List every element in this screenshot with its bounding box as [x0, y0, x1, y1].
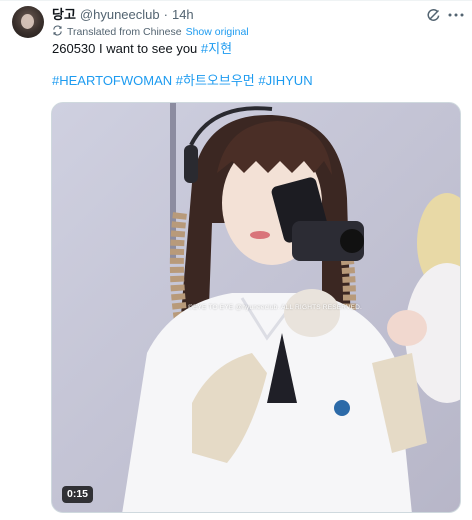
- hashtag-heartofwoman-korean[interactable]: #하트오브우먼: [176, 73, 255, 88]
- display-name[interactable]: 당고: [52, 7, 76, 23]
- translate-icon: [52, 25, 63, 39]
- top-divider: [0, 0, 472, 1]
- avatar-face: [21, 14, 34, 29]
- tweet-body: 260530 I want to see you: [52, 41, 198, 56]
- avatar[interactable]: [12, 6, 44, 38]
- grok-icon[interactable]: [425, 6, 443, 24]
- hashtag-jihyun[interactable]: #JIHYUN: [258, 73, 312, 88]
- show-original-link[interactable]: Show original: [186, 26, 249, 38]
- timestamp[interactable]: 14h: [172, 7, 194, 23]
- tweet-hashtags: #HEARTOFWOMAN #하트오브우먼 #JIHYUN: [52, 72, 313, 90]
- translation-label: Translated from Chinese: [67, 26, 182, 38]
- video-watermark: ©EYE TO EYE @hyuneeclub. ALL RIGHTS RESE…: [188, 304, 363, 311]
- user-handle[interactable]: @hyuneeclub: [80, 7, 160, 23]
- video-duration-badge: 0:15: [62, 486, 94, 503]
- hashtag-jihyun-korean[interactable]: #지현: [201, 41, 232, 56]
- tweet-header: 당고 @hyuneeclub · 14h: [52, 7, 194, 23]
- separator-dot: ·: [163, 7, 168, 22]
- video-player[interactable]: ©EYE TO EYE @hyuneeclub. ALL RIGHTS RESE…: [51, 102, 461, 513]
- translation-notice: Translated from Chinese Show original: [52, 25, 249, 39]
- hashtag-heartofwoman[interactable]: #HEARTOFWOMAN: [52, 73, 172, 88]
- more-options-icon[interactable]: [447, 6, 465, 24]
- tweet-text: 260530 I want to see you #지현: [52, 40, 232, 58]
